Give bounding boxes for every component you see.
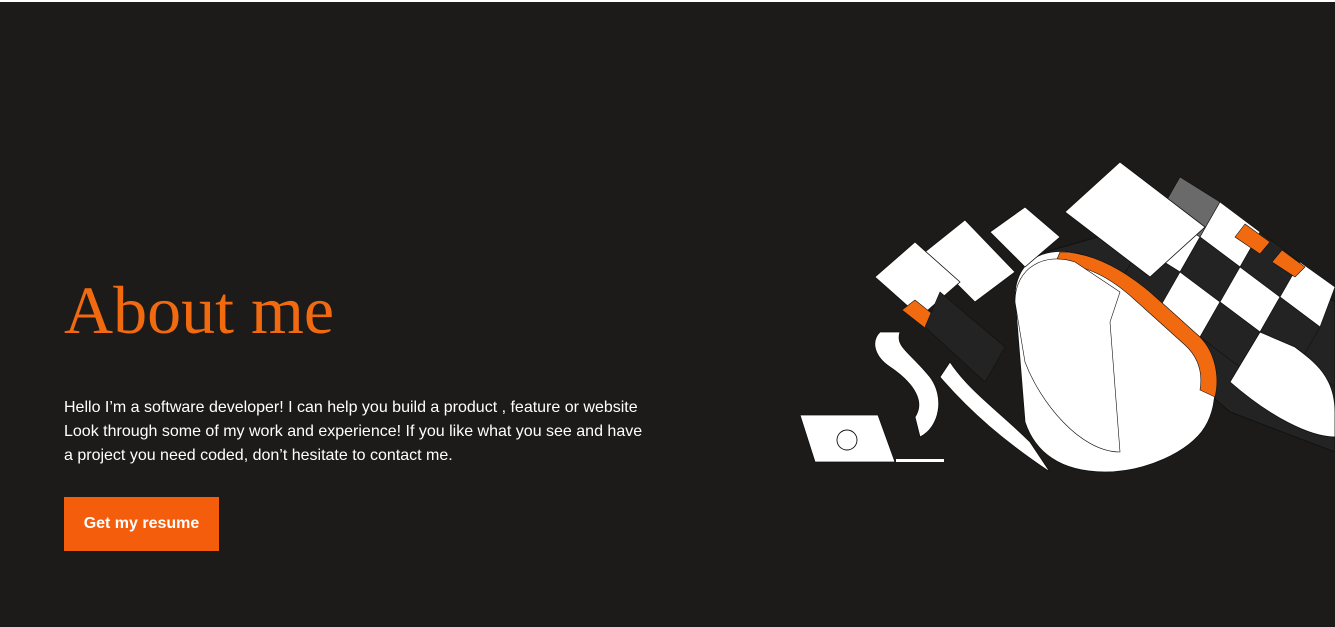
get-resume-button[interactable]: Get my resume bbox=[64, 497, 219, 551]
page-title: About me bbox=[64, 272, 335, 348]
about-description: Hello I’m a software developer! I can he… bbox=[64, 399, 643, 464]
abstract-laptop-illustration-icon bbox=[799, 161, 1335, 473]
about-section: About me Hello I’m a software developer!… bbox=[0, 2, 1335, 627]
